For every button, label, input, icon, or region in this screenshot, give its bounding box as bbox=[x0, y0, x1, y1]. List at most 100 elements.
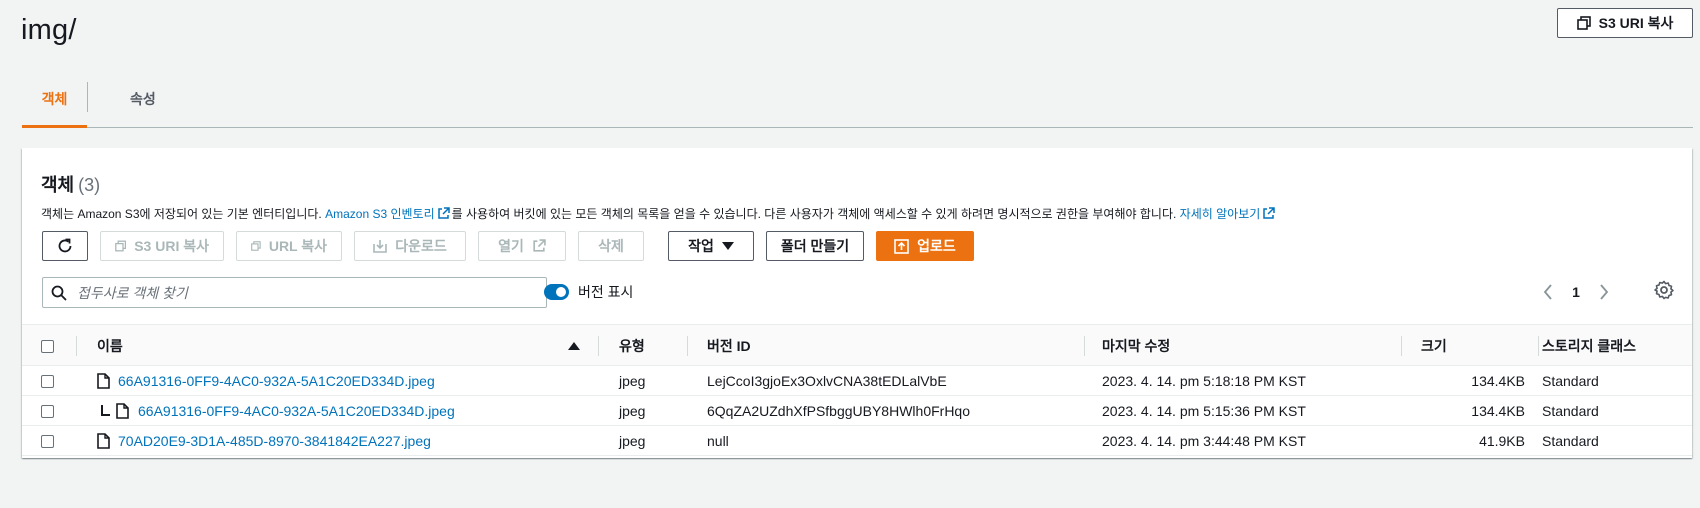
search-box bbox=[42, 277, 547, 308]
objects-table: 이름 유형 버전 ID 마지막 수정 크기 스토리지 클래스 66A91316-… bbox=[22, 324, 1692, 456]
copy-s3-uri-label: S3 URI 복사 bbox=[134, 238, 209, 254]
copy-url-label: URL 복사 bbox=[268, 238, 327, 254]
version-id-cell: LejCcoI3gjoEx3OxlvCNA38tEDLalVbE bbox=[707, 373, 947, 389]
size-cell: 134.4KB bbox=[1471, 403, 1525, 419]
version-id-cell: null bbox=[707, 433, 729, 449]
external-link-icon bbox=[1263, 207, 1276, 219]
header-copy-s3-uri-label: S3 URI 복사 bbox=[1598, 15, 1674, 31]
search-input[interactable] bbox=[77, 284, 517, 301]
objects-title-text: 객체 bbox=[41, 175, 75, 195]
table-row[interactable]: 66A91316-0FF9-4AC0-932A-5A1C20ED334D.jpe… bbox=[22, 396, 1692, 426]
show-versions-label: 버전 표시 bbox=[578, 284, 634, 300]
column-header-storage-class[interactable]: 스토리지 클래스 bbox=[1542, 325, 1636, 367]
table-header: 이름 유형 버전 ID 마지막 수정 크기 스토리지 클래스 bbox=[22, 324, 1692, 366]
column-separator bbox=[1084, 336, 1085, 356]
last-modified-cell: 2023. 4. 14. pm 5:15:36 PM KST bbox=[1102, 403, 1306, 419]
page-number[interactable]: 1 bbox=[1569, 284, 1583, 300]
copy-icon bbox=[251, 241, 261, 251]
table-row[interactable]: 66A91316-0FF9-4AC0-932A-5A1C20ED334D.jpe… bbox=[22, 366, 1692, 396]
file-icon bbox=[116, 403, 129, 419]
name-cell: 66A91316-0FF9-4AC0-932A-5A1C20ED334D.jpe… bbox=[100, 396, 455, 426]
chevron-right-icon[interactable] bbox=[1599, 284, 1609, 300]
chevron-left-icon[interactable] bbox=[1543, 284, 1553, 300]
description-text-2: 를 사용하여 버킷에 있는 모든 객체의 목록을 얻을 수 있습니다. 다른 사… bbox=[451, 207, 1180, 221]
header-select-all bbox=[41, 325, 54, 367]
caret-down-icon bbox=[721, 242, 734, 250]
last-modified-cell: 2023. 4. 14. pm 5:18:18 PM KST bbox=[1102, 373, 1306, 389]
last-modified-cell: 2023. 4. 14. pm 3:44:48 PM KST bbox=[1102, 433, 1306, 449]
table-row[interactable]: 70AD20E9-3D1A-485D-8970-3841842EA227.jpe… bbox=[22, 426, 1692, 456]
column-separator bbox=[76, 336, 77, 356]
inventory-link[interactable]: Amazon S3 인벤토리 bbox=[325, 207, 452, 221]
objects-count: (3) bbox=[78, 175, 101, 195]
sort-ascending-icon[interactable] bbox=[568, 325, 580, 367]
column-separator bbox=[1538, 336, 1539, 356]
inventory-link-label: Amazon S3 인벤토리 bbox=[325, 207, 435, 221]
column-header-last-modified[interactable]: 마지막 수정 bbox=[1102, 325, 1170, 367]
name-cell: 66A91316-0FF9-4AC0-932A-5A1C20ED334D.jpe… bbox=[97, 366, 435, 396]
type-cell: jpeg bbox=[619, 433, 646, 449]
external-link-icon bbox=[533, 239, 546, 252]
objects-panel: 객체 (3) 객체는 Amazon S3에 저장되어 있는 기본 엔터티입니다. … bbox=[22, 148, 1692, 458]
learn-more-link[interactable]: 자세히 알아보기 bbox=[1180, 207, 1278, 221]
search-icon bbox=[51, 285, 67, 301]
external-link-icon bbox=[437, 207, 450, 219]
row-checkbox[interactable] bbox=[41, 404, 54, 418]
header-copy-s3-uri-button[interactable]: S3 URI 복사 bbox=[1557, 8, 1693, 38]
column-header-name[interactable]: 이름 bbox=[97, 325, 123, 367]
create-folder-button[interactable]: 폴더 만들기 bbox=[766, 231, 864, 261]
storage-class-cell: Standard bbox=[1542, 373, 1599, 389]
column-separator bbox=[687, 336, 688, 356]
copy-icon bbox=[115, 240, 127, 252]
column-separator bbox=[598, 336, 599, 356]
select-all-checkbox[interactable] bbox=[41, 339, 54, 353]
copy-icon bbox=[1576, 16, 1591, 30]
tab-objects[interactable]: 객체 bbox=[22, 78, 87, 128]
gear-icon[interactable] bbox=[1653, 279, 1675, 301]
type-cell: jpeg bbox=[619, 373, 646, 389]
open-label: 열기 bbox=[498, 238, 524, 254]
download-label: 다운로드 bbox=[395, 238, 447, 254]
download-button[interactable]: 다운로드 bbox=[354, 231, 466, 261]
refresh-icon bbox=[58, 238, 72, 253]
page-title: img/ bbox=[21, 14, 77, 46]
tab-bar: 객체 속성 bbox=[22, 78, 1693, 128]
pagination: 1 bbox=[1543, 278, 1609, 306]
objects-description: 객체는 Amazon S3에 저장되어 있는 기본 엔터티입니다. Amazon… bbox=[41, 205, 1277, 222]
copy-s3-uri-button[interactable]: S3 URI 복사 bbox=[100, 231, 224, 261]
actions-label: 작업 bbox=[688, 238, 714, 254]
delete-label: 삭제 bbox=[598, 238, 624, 254]
description-text-1: 객체는 Amazon S3에 저장되어 있는 기본 엔터티입니다. bbox=[41, 207, 326, 221]
tab-divider bbox=[87, 82, 88, 112]
file-icon bbox=[97, 373, 110, 389]
show-versions-toggle[interactable] bbox=[544, 284, 569, 300]
delete-button[interactable]: 삭제 bbox=[578, 231, 644, 261]
tab-properties[interactable]: 속성 bbox=[102, 78, 184, 127]
name-cell: 70AD20E9-3D1A-485D-8970-3841842EA227.jpe… bbox=[97, 426, 431, 456]
refresh-button[interactable] bbox=[42, 231, 88, 261]
size-cell: 134.4KB bbox=[1471, 373, 1525, 389]
upload-label: 업로드 bbox=[917, 238, 956, 254]
create-folder-label: 폴더 만들기 bbox=[780, 238, 850, 254]
object-name-link[interactable]: 66A91316-0FF9-4AC0-932A-5A1C20ED334D.jpe… bbox=[118, 373, 435, 389]
actions-dropdown[interactable]: 작업 bbox=[668, 231, 754, 261]
column-separator bbox=[1401, 336, 1402, 356]
storage-class-cell: Standard bbox=[1542, 433, 1599, 449]
storage-class-cell: Standard bbox=[1542, 403, 1599, 419]
column-header-type[interactable]: 유형 bbox=[619, 325, 645, 367]
download-icon bbox=[373, 240, 388, 253]
object-name-link[interactable]: 66A91316-0FF9-4AC0-932A-5A1C20ED334D.jpe… bbox=[138, 403, 455, 419]
row-checkbox[interactable] bbox=[41, 374, 54, 388]
open-button[interactable]: 열기 bbox=[478, 231, 566, 261]
copy-url-button[interactable]: URL 복사 bbox=[236, 231, 342, 261]
upload-button[interactable]: 업로드 bbox=[876, 231, 974, 261]
object-name-link[interactable]: 70AD20E9-3D1A-485D-8970-3841842EA227.jpe… bbox=[118, 433, 431, 449]
learn-more-link-label: 자세히 알아보기 bbox=[1179, 207, 1261, 221]
file-icon bbox=[97, 433, 110, 449]
row-checkbox[interactable] bbox=[41, 434, 54, 448]
show-versions-toggle-group: 버전 표시 bbox=[544, 282, 633, 302]
column-header-size[interactable]: 크기 bbox=[1421, 325, 1447, 367]
column-header-version-id[interactable]: 버전 ID bbox=[707, 325, 751, 367]
row-checkbox-cell bbox=[41, 366, 54, 396]
row-checkbox-cell bbox=[41, 426, 54, 456]
